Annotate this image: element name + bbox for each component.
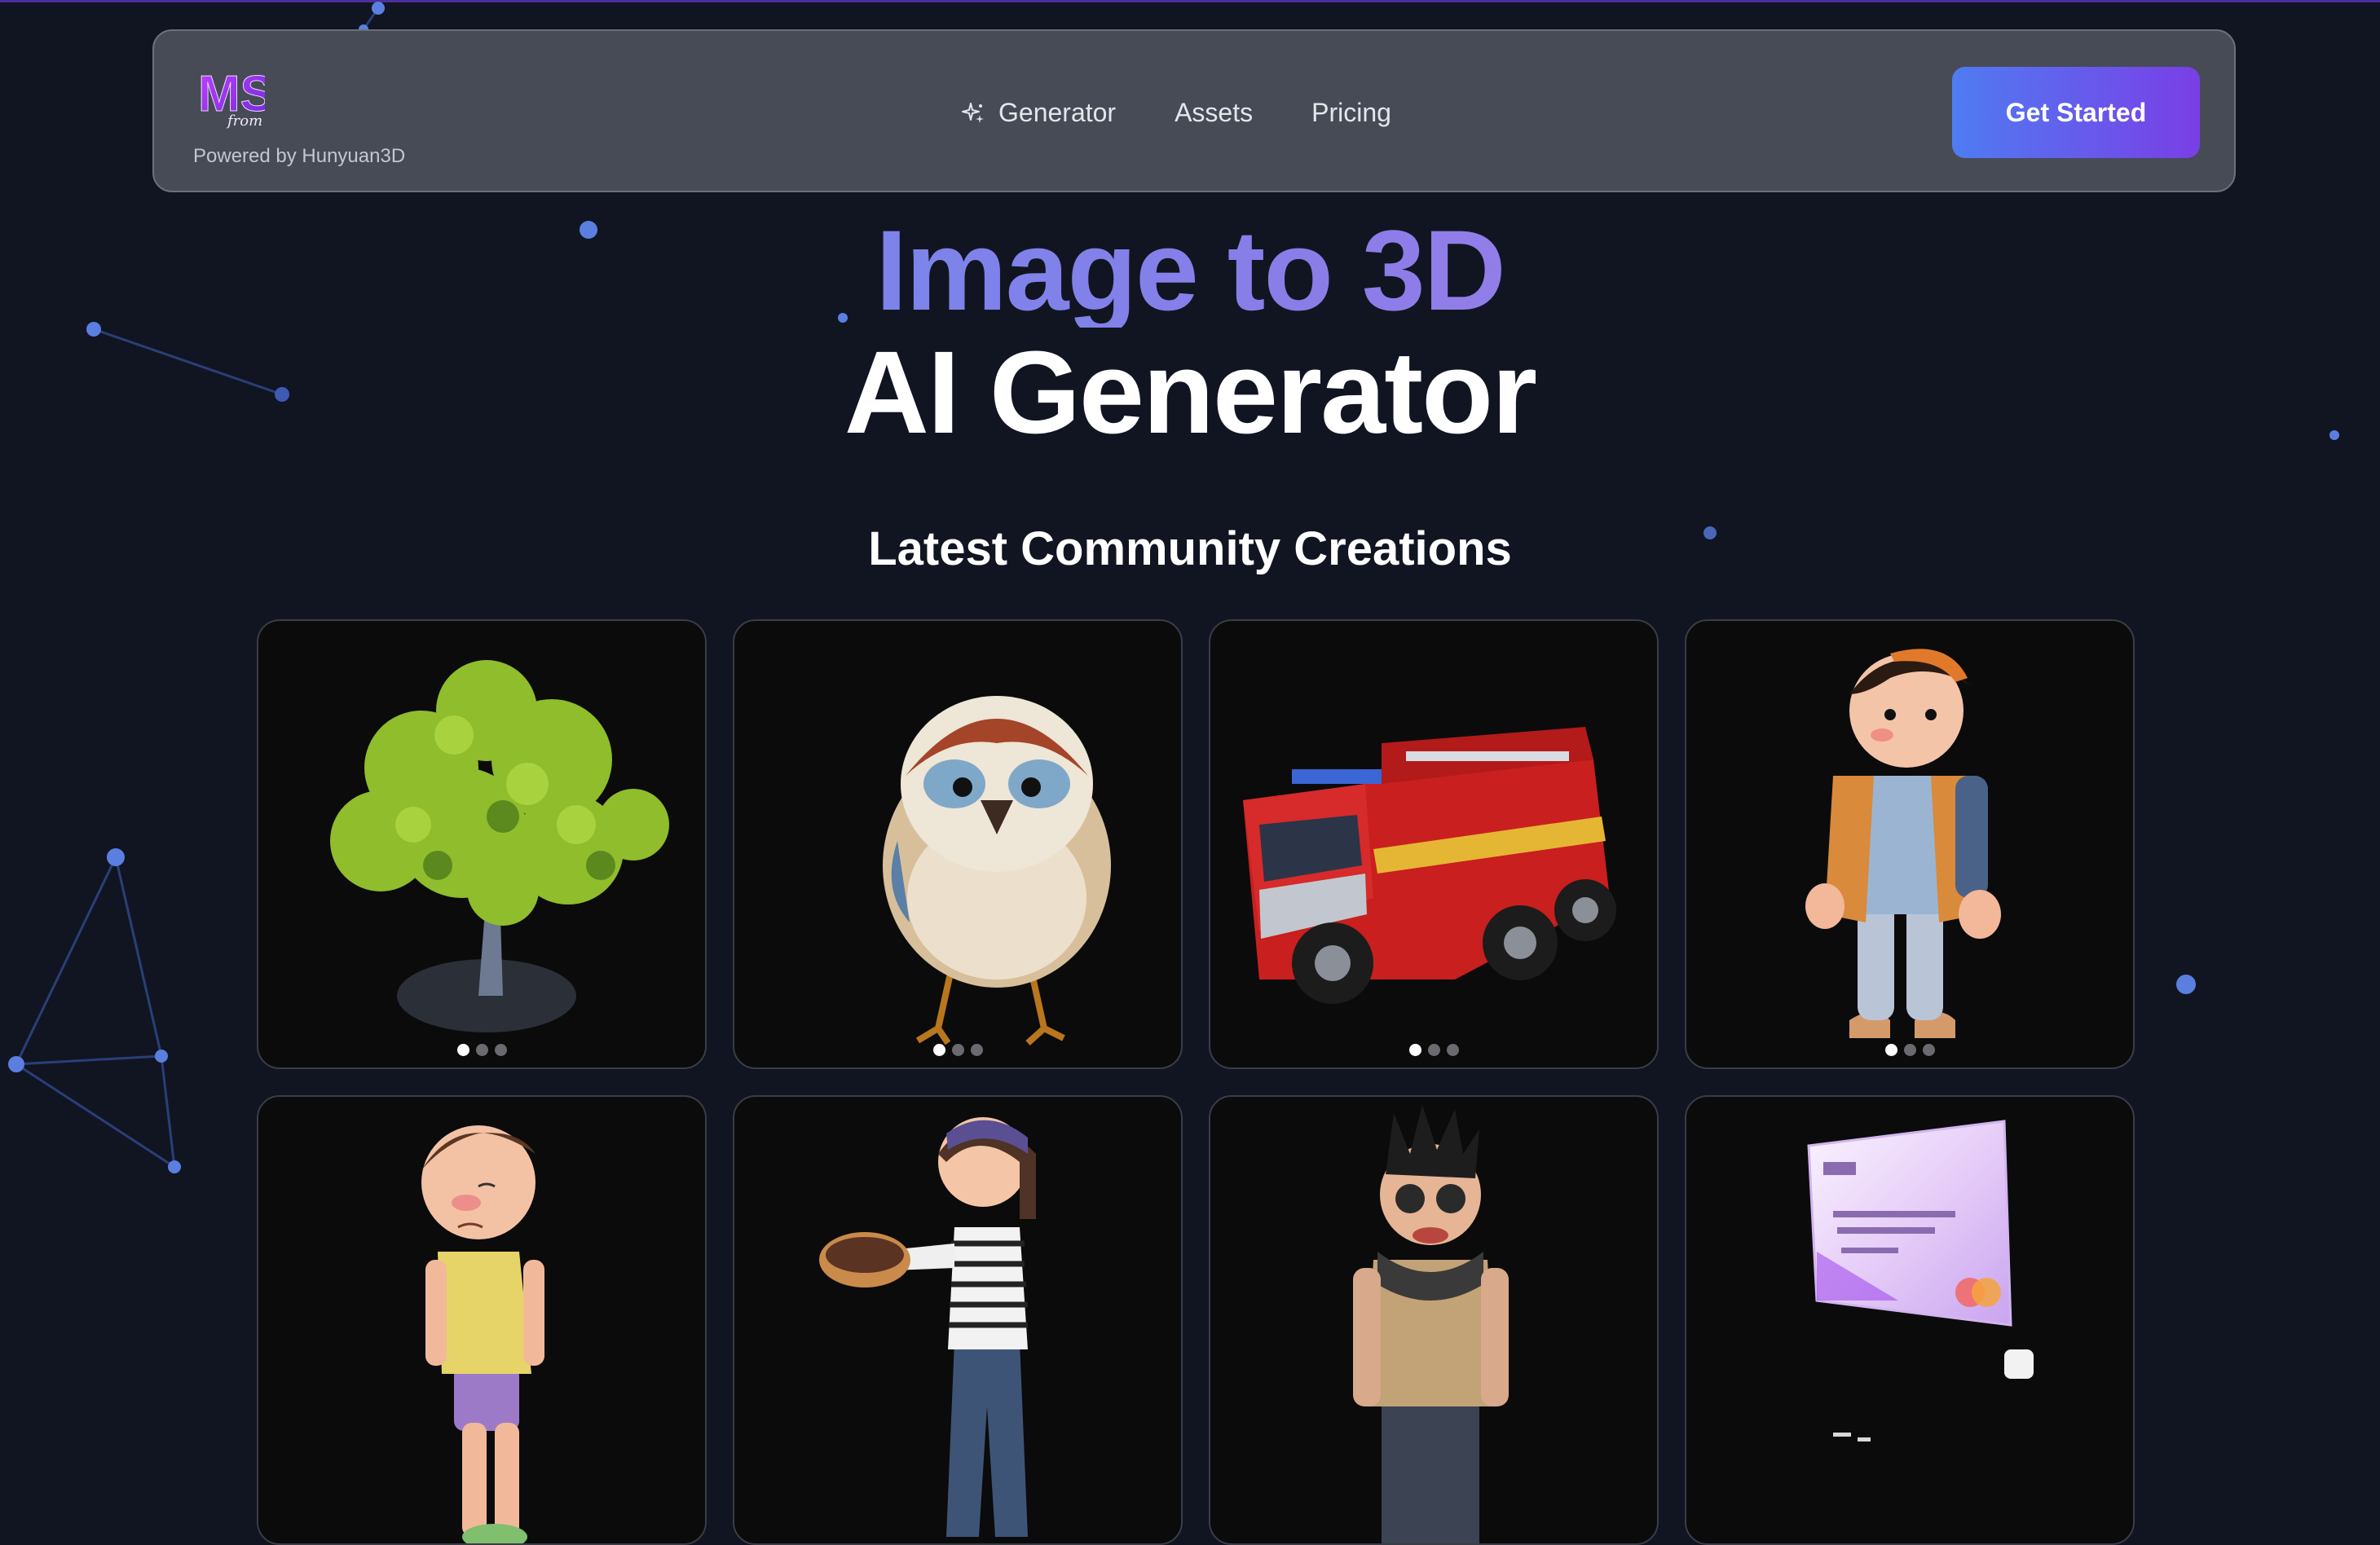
fire-truck-model-preview	[1243, 727, 1616, 1004]
creation-card-fire-truck[interactable]	[1209, 619, 1659, 1069]
carousel-dots	[734, 1044, 1181, 1056]
carousel-dot[interactable]	[456, 1044, 469, 1056]
nav-pricing-label: Pricing	[1311, 98, 1391, 127]
carousel-dot[interactable]	[932, 1044, 945, 1056]
carousel-dot[interactable]	[951, 1044, 964, 1056]
creation-card-punk-character[interactable]	[1209, 1095, 1659, 1545]
hero-title-line2: AI Generator	[844, 327, 1537, 458]
sad-boy-model-preview	[421, 1125, 544, 1543]
top-navbar: MS from Powered by Hunyuan3D Generator A…	[152, 29, 2236, 192]
carousel-dot[interactable]	[970, 1044, 983, 1056]
carousel-dot[interactable]	[1427, 1044, 1440, 1056]
carousel-dots	[1686, 1044, 2133, 1056]
creation-card-credit-card[interactable]	[1685, 1095, 2135, 1545]
punk-model-preview	[1353, 1105, 1509, 1543]
sparkles-icon	[962, 102, 984, 123]
boy-model-preview	[1805, 649, 2001, 1038]
powered-by-text: Powered by Hunyuan3D	[193, 145, 406, 167]
carousel-dot[interactable]	[1884, 1044, 1897, 1056]
nav-assets-label: Assets	[1175, 98, 1254, 127]
get-started-button[interactable]: Get Started	[1952, 67, 2200, 158]
brand-logo[interactable]: MS from	[195, 64, 275, 130]
carousel-dot[interactable]	[494, 1044, 507, 1056]
nav-pricing-link[interactable]: Pricing	[1311, 98, 1391, 128]
main-nav: Generator Assets Pricing	[961, 98, 1391, 128]
credit-card-model-preview	[1807, 1120, 2034, 1442]
nav-generator-label: Generator	[998, 98, 1117, 127]
woman-model-preview	[819, 1117, 1036, 1537]
carousel-dot[interactable]	[1922, 1044, 1935, 1056]
carousel-dot[interactable]	[1408, 1044, 1421, 1056]
creation-card-sparrow[interactable]	[733, 619, 1183, 1069]
nav-generator-link[interactable]: Generator	[961, 98, 1116, 128]
creation-card-tree[interactable]	[257, 619, 707, 1069]
creation-card-woman-with-donut[interactable]	[733, 1095, 1183, 1545]
sparrow-model-preview	[883, 696, 1111, 1045]
community-section-title: Latest Community Creations	[868, 522, 1512, 575]
creation-card-boy-with-backpack[interactable]	[1685, 619, 2135, 1069]
carousel-dots	[1210, 1044, 1657, 1056]
carousel-dot[interactable]	[475, 1044, 488, 1056]
carousel-dot[interactable]	[1446, 1044, 1459, 1056]
creation-card-sad-boy[interactable]	[257, 1095, 707, 1545]
svg-text:from: from	[226, 112, 262, 129]
carousel-dot[interactable]	[1903, 1044, 1916, 1056]
tree-model-preview	[330, 660, 669, 1032]
nav-assets-link[interactable]: Assets	[1175, 98, 1253, 128]
hero-title-line1: Image to 3D	[0, 213, 2380, 328]
carousel-dots	[258, 1044, 705, 1056]
